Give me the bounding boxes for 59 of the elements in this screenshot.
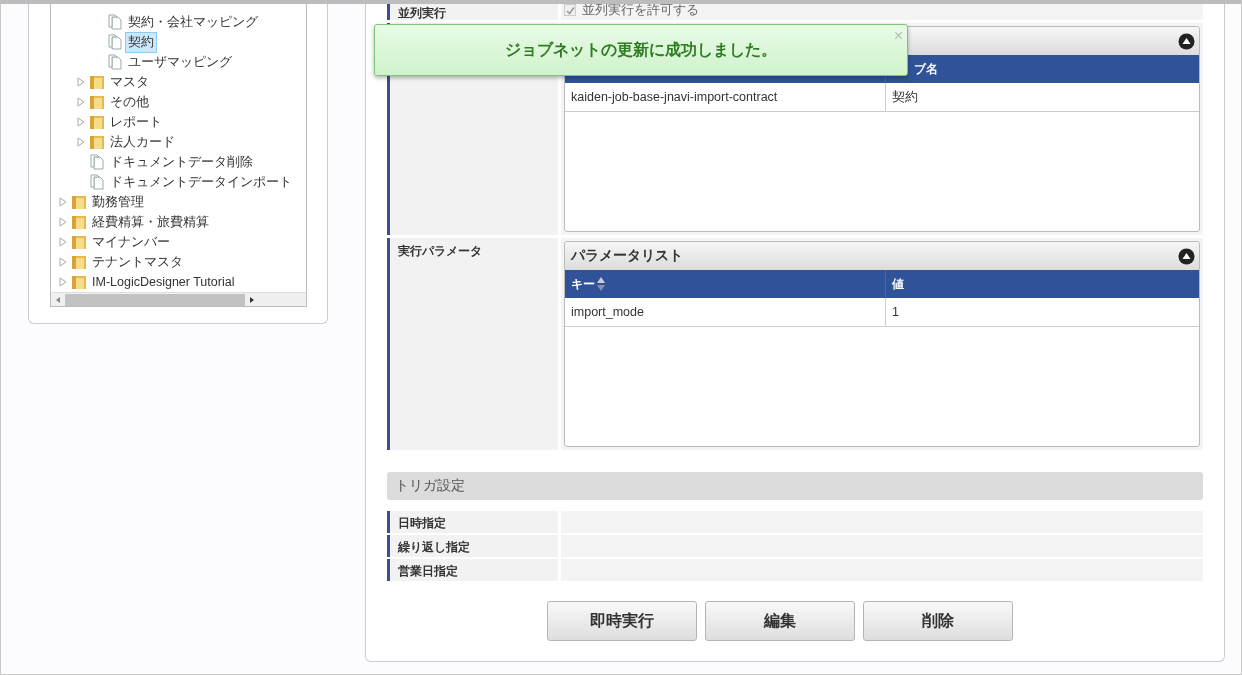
section-header: トリガ設定 [387, 472, 1203, 500]
toast-message: ジョブネットの更新に成功しました。 [505, 39, 777, 60]
tree-item[interactable]: マイナンバー [89, 231, 173, 253]
folder-icon [71, 234, 87, 250]
tree-item[interactable]: 経費精算・旅費精算 [89, 211, 212, 233]
tree-item[interactable]: ドキュメントデータ削除 [107, 151, 256, 173]
document-icon [107, 14, 123, 30]
document-icon [107, 34, 123, 50]
folder-icon [71, 214, 87, 230]
tree-item[interactable]: 契約 [125, 31, 157, 53]
tree-item[interactable]: その他 [107, 91, 152, 113]
collapse-icon[interactable] [1178, 32, 1195, 50]
folder-icon [89, 94, 105, 110]
table-cell: kaiden-job-base-jnavi-import-contract [571, 90, 778, 104]
expand-arrow-icon[interactable] [59, 197, 67, 207]
horizontal-scrollbar[interactable] [51, 292, 306, 306]
tree-item[interactable]: レポート [107, 111, 165, 133]
field-label: 日時指定 [387, 511, 558, 533]
tree-item[interactable]: 法人カード [107, 131, 178, 153]
document-icon [89, 154, 105, 170]
document-icon [107, 54, 123, 70]
table-cell: 契約 [892, 88, 918, 106]
panel-title: パラメータリスト [571, 247, 683, 265]
folder-icon [71, 194, 87, 210]
tree-item[interactable]: 勤務管理 [89, 191, 147, 213]
expand-arrow-icon[interactable] [59, 237, 67, 247]
column-header[interactable]: ブ名 [914, 60, 938, 78]
column-header[interactable]: キー [571, 275, 595, 293]
folder-icon [71, 254, 87, 270]
folder-icon [71, 274, 87, 290]
action-button[interactable]: 編集 [705, 601, 855, 641]
folder-icon [89, 134, 105, 150]
tree-item[interactable]: ユーザマッピング [125, 51, 235, 73]
tree-item[interactable]: テナントマスタ [89, 251, 186, 273]
field-label: 営業日指定 [387, 559, 558, 581]
field-label: 繰り返し指定 [387, 535, 558, 557]
expand-arrow-icon[interactable] [77, 77, 85, 87]
column-header[interactable]: 値 [892, 275, 904, 293]
action-button[interactable]: 削除 [863, 601, 1013, 641]
expand-arrow-icon[interactable] [77, 117, 85, 127]
tree-item[interactable]: マスタ [107, 71, 152, 93]
expand-arrow-icon[interactable] [59, 257, 67, 267]
table-cell: 1 [892, 305, 899, 319]
document-icon [89, 174, 105, 190]
folder-icon [89, 74, 105, 90]
tree-item[interactable]: 契約・会社マッピング [125, 11, 261, 33]
tree-item[interactable]: IM-LogicDesigner Tutorial [89, 273, 238, 291]
table-cell: import_mode [571, 305, 644, 319]
field-label: 並列実行 [387, 4, 558, 20]
field-label: 実行パラメータ [387, 238, 558, 450]
tree-item[interactable]: ドキュメントデータインポート [107, 171, 295, 193]
sort-icon[interactable] [597, 277, 605, 291]
expand-arrow-icon[interactable] [77, 137, 85, 147]
action-button[interactable]: 即時実行 [547, 601, 697, 641]
collapse-icon[interactable] [1178, 247, 1195, 265]
folder-icon [89, 114, 105, 130]
expand-arrow-icon[interactable] [59, 277, 67, 287]
expand-arrow-icon[interactable] [59, 217, 67, 227]
expand-arrow-icon[interactable] [77, 97, 85, 107]
